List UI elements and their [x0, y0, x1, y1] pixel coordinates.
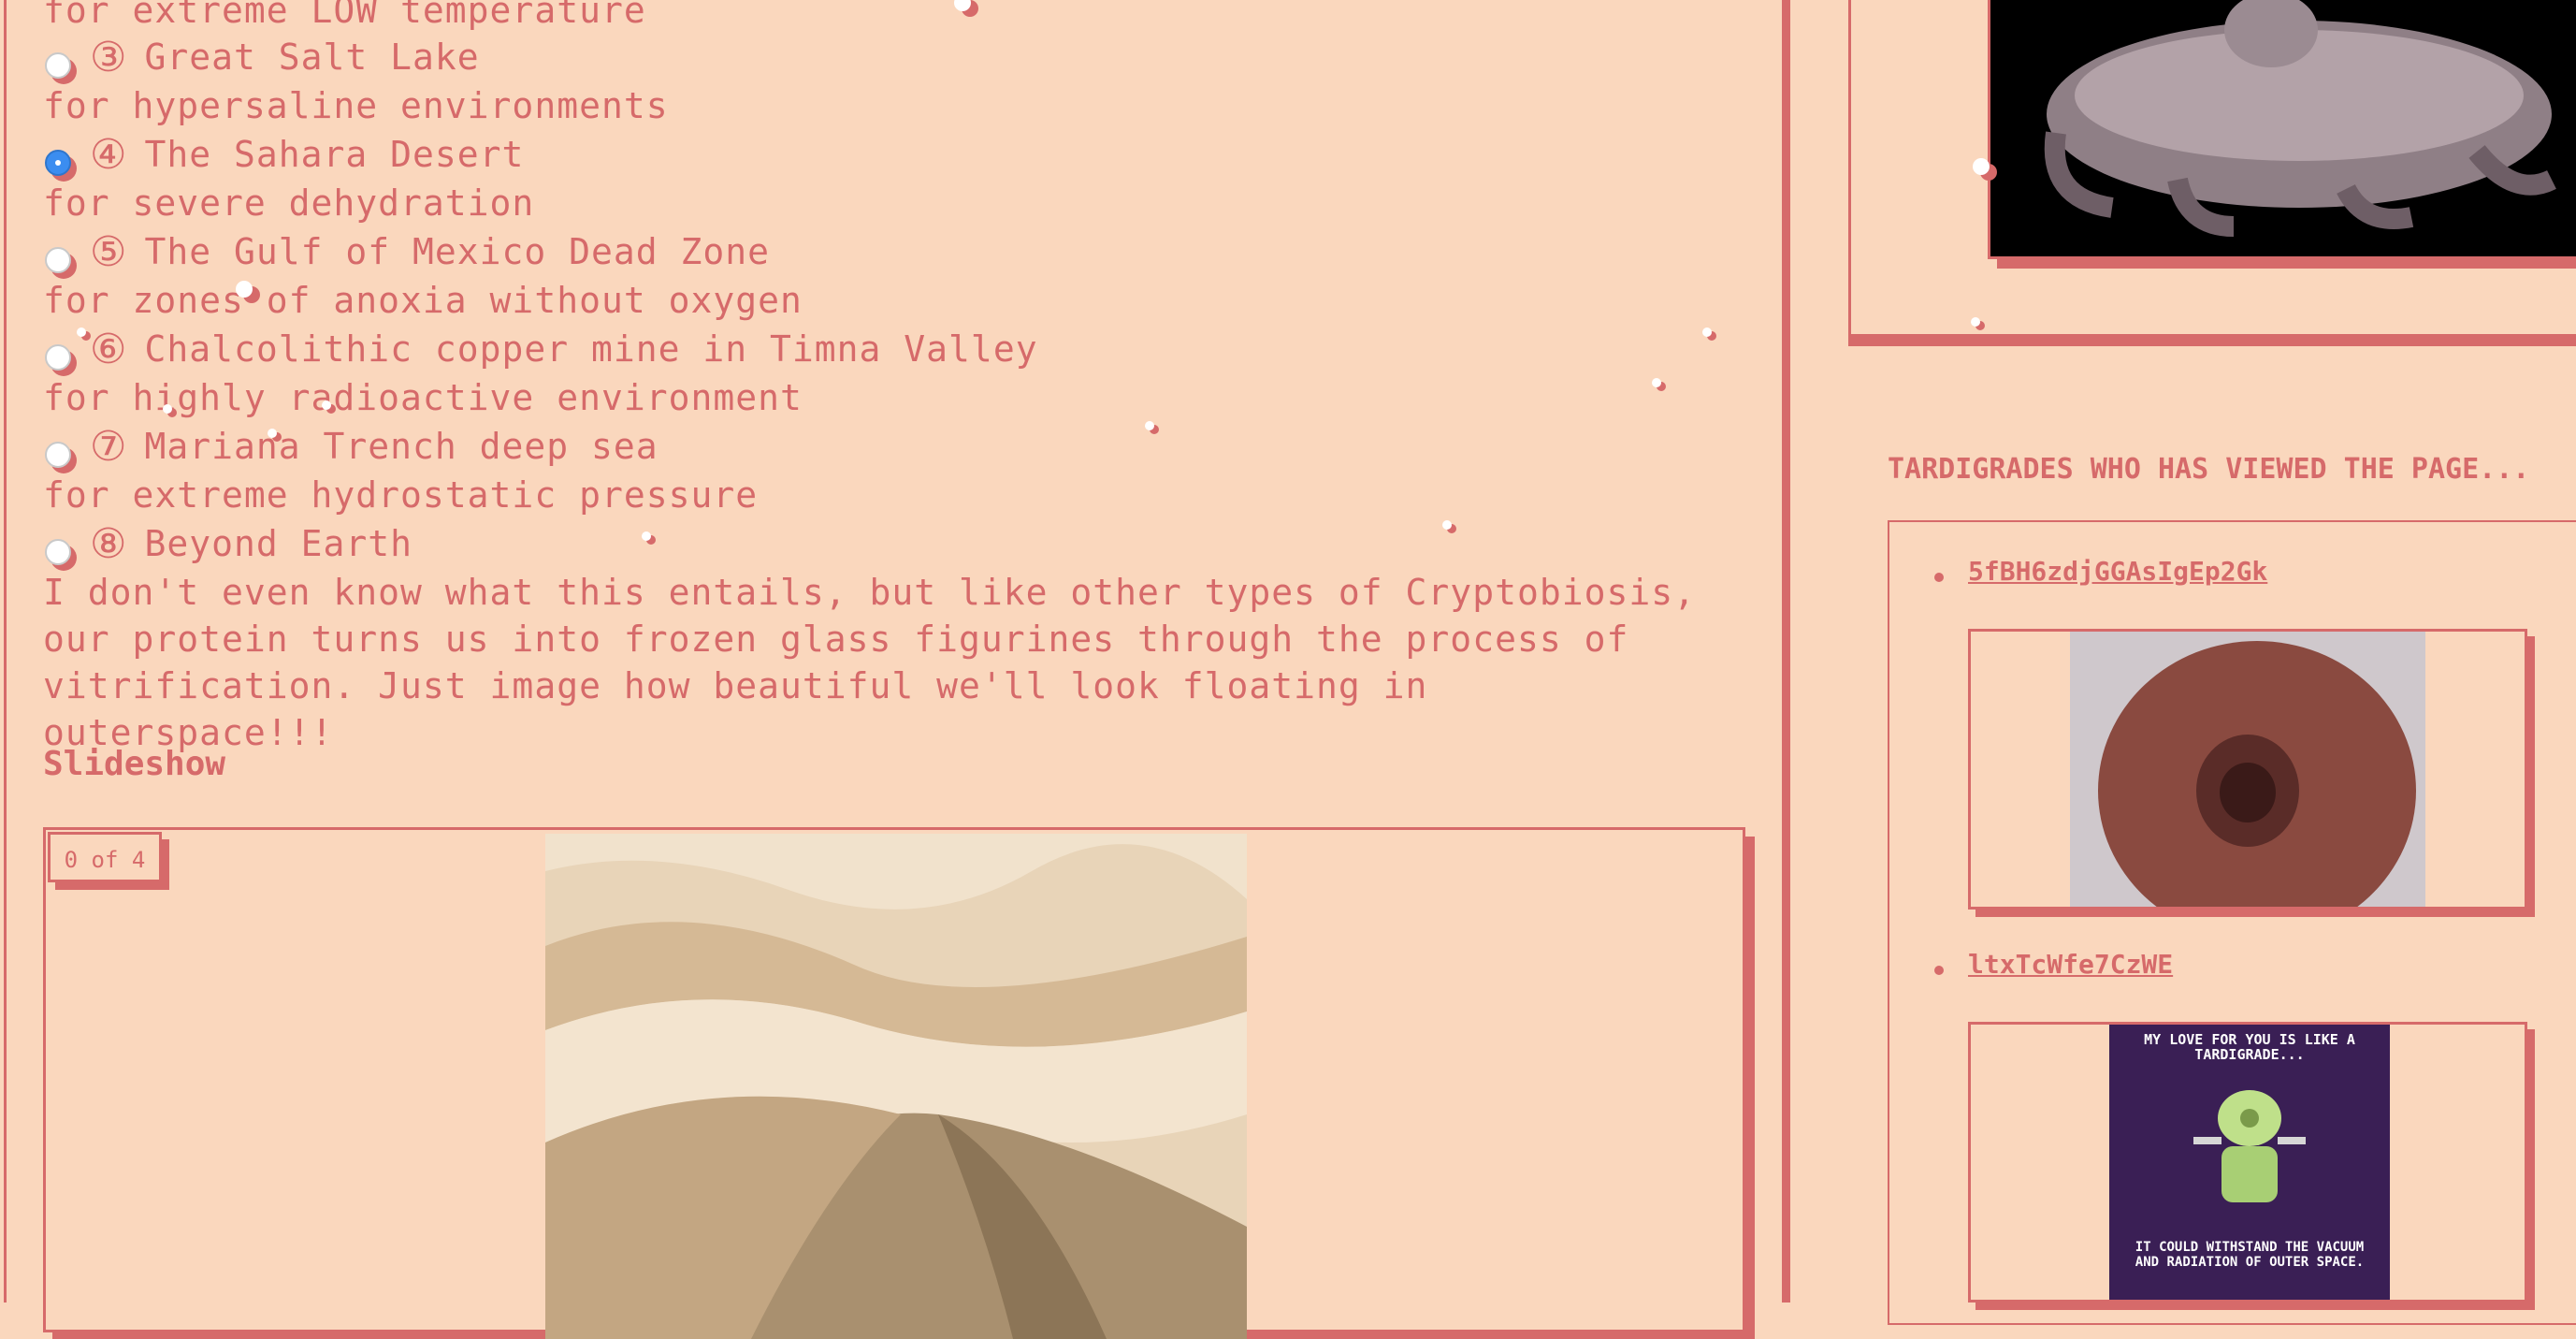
main-content: for extreme LOW temperature ③ Great Salt …: [0, 0, 2009, 1339]
slideshow[interactable]: 0 of 4: [43, 827, 1745, 1339]
decor-dot: [322, 400, 331, 410]
list-bullet: [1934, 573, 1944, 582]
viewer-avatar-2: MY LOVE FOR YOU IS LIKE A TARDIGRADE... …: [1968, 1022, 2527, 1303]
option-desc-timna-valley: for highly radioactive environment: [43, 377, 803, 418]
radio-great-salt-lake[interactable]: [45, 52, 71, 79]
option-title-sahara-desert: ④ The Sahara Desert: [90, 131, 525, 179]
gif-caption-top: MY LOVE FOR YOU IS LIKE A TARDIGRADE...: [2144, 1031, 2355, 1063]
option-desc-great-salt-lake: for hypersaline environments: [43, 85, 669, 126]
sahara-dunes-image: [545, 834, 1247, 1339]
partial-option-desc: for extreme LOW temperature: [43, 0, 646, 31]
radio-timna-valley[interactable]: [45, 344, 71, 371]
decor-dot: [163, 404, 172, 414]
radio-beyond-earth[interactable]: [45, 539, 71, 565]
decor-dot: [1971, 317, 1980, 327]
decor-dot: [268, 429, 277, 438]
slide-counter: 0 of 4: [48, 832, 162, 882]
radio-sahara-desert[interactable]: [45, 150, 71, 176]
decor-dot: [1442, 520, 1452, 530]
option-title-beyond-earth: ⑧ Beyond Earth: [90, 520, 412, 568]
beyond-earth-paragraph: I don't even know what this entails, but…: [43, 572, 1696, 753]
viewer-link-2[interactable]: ltxTcWfe7CzWE: [1968, 949, 2173, 980]
option-desc-mariana-trench: for extreme hydrostatic pressure: [43, 474, 759, 516]
decor-dot: [77, 327, 86, 337]
option-title-timna-valley: ⑥ Chalcolithic copper mine in Timna Valle…: [90, 326, 1038, 373]
option-title-great-salt-lake: ③ Great Salt Lake: [90, 34, 480, 81]
decor-dot: [1702, 327, 1712, 337]
decor-dot: [1973, 158, 1990, 175]
decor-dot: [1652, 378, 1661, 387]
decor-dot: [1145, 421, 1154, 430]
sidebar: TARDIGRADES WHO HAS VIEWED THE PAGE... 5…: [1790, 0, 2576, 1325]
decor-dot: [954, 0, 971, 11]
column-divider: [1782, 0, 1790, 1303]
radio-gulf-dead-zone[interactable]: [45, 247, 71, 273]
decor-dot: [642, 531, 651, 541]
gif-caption-bottom: IT COULD WITHSTAND THE VACUUM AND RADIAT…: [2135, 1240, 2365, 1270]
list-bullet: [1934, 966, 1944, 975]
decor-dot: [236, 281, 253, 298]
radio-mariana-trench[interactable]: [45, 442, 71, 468]
option-title-mariana-trench: ⑦ Mariana Trench deep sea: [90, 423, 658, 471]
option-desc-sahara-desert: for severe dehydration: [43, 182, 535, 224]
tardigrade-sem-image: [1988, 0, 2576, 259]
option-desc-gulf-dead-zone: for zones of anoxia without oxygen: [43, 280, 803, 321]
viewers-list: 5fBH6zdjGGAsIgEp2Gk ltxTcWfe7CzWE MY LOV…: [1888, 520, 2576, 1325]
tardigrade-image-box: [1848, 0, 2576, 337]
slideshow-heading: Slideshow: [43, 745, 226, 783]
viewer-avatar-1: [1968, 629, 2527, 910]
viewers-title: TARDIGRADES WHO HAS VIEWED THE PAGE...: [1888, 453, 2530, 486]
viewer-link-1[interactable]: 5fBH6zdjGGAsIgEp2Gk: [1968, 556, 2267, 587]
option-title-gulf-dead-zone: ⑤ The Gulf of Mexico Dead Zone: [90, 228, 771, 276]
